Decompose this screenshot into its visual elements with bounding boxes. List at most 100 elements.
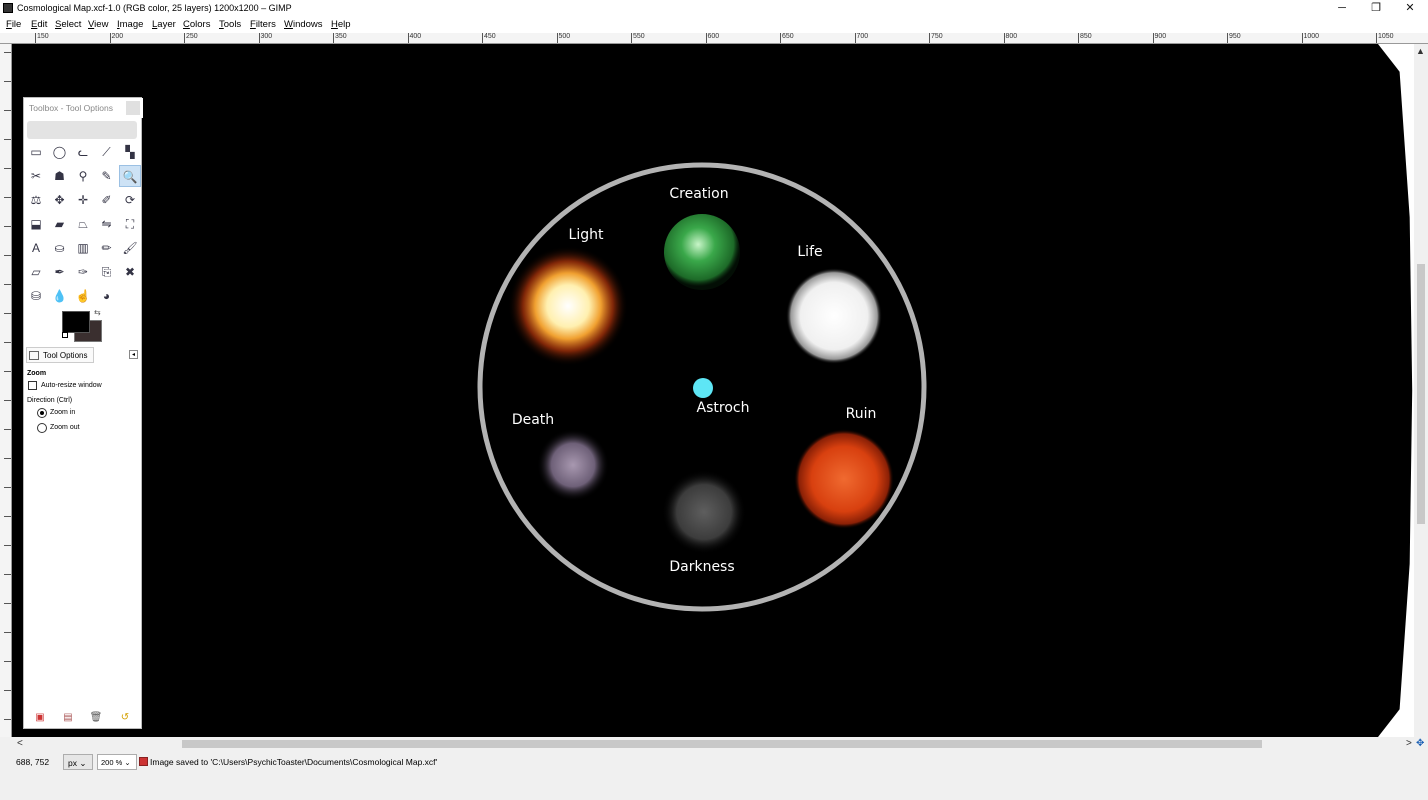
menu-view[interactable]: View bbox=[88, 19, 108, 30]
align-icon[interactable]: ✛ bbox=[72, 189, 94, 211]
death-orb bbox=[537, 429, 609, 501]
light-orb bbox=[508, 246, 628, 366]
title-bar: Cosmological Map.xcf-1.0 (RGB color, 25 … bbox=[0, 0, 1428, 17]
ruler-tick bbox=[4, 603, 11, 604]
select-by-color-icon[interactable]: ▚ bbox=[119, 141, 141, 163]
menu-layer[interactable]: Layer bbox=[152, 19, 176, 30]
life-orb bbox=[786, 268, 882, 364]
foreground-select-icon[interactable]: ☗ bbox=[49, 165, 71, 187]
smudge-icon[interactable]: ☝ bbox=[72, 285, 94, 307]
bucket-fill-icon[interactable]: ⛀ bbox=[49, 237, 71, 259]
image-canvas[interactable]: Creation Light Life Death Astroch Ruin D… bbox=[12, 44, 1414, 737]
ellipse-select-icon[interactable]: ◯ bbox=[49, 141, 71, 163]
tab-tool-options[interactable]: Tool Options bbox=[26, 347, 94, 363]
color-picker-icon[interactable]: ✎ bbox=[96, 165, 118, 187]
wilber-drop-area[interactable] bbox=[27, 121, 137, 139]
scale-icon[interactable]: ⬓ bbox=[25, 213, 47, 235]
delete-options-icon[interactable]: 🗑 bbox=[89, 712, 103, 724]
vertical-scrollbar[interactable]: ▲ bbox=[1414, 44, 1428, 737]
horizontal-ruler[interactable]: 150 200 250 300 350 400 450 500 550 600 650 700 750 8… bbox=[0, 33, 1428, 44]
zoom-icon[interactable]: 🔍 bbox=[119, 165, 141, 187]
toolbox-close-button[interactable] bbox=[126, 101, 140, 115]
zoom-in-radio[interactable] bbox=[37, 408, 47, 418]
horizontal-scrollbar[interactable]: < > ✥ bbox=[0, 737, 1428, 751]
eraser-icon[interactable]: ▱ bbox=[25, 261, 47, 283]
restore-options-icon[interactable]: ▤ bbox=[61, 712, 75, 724]
ink-icon[interactable]: ✑ bbox=[72, 261, 94, 283]
ruler-tick bbox=[4, 458, 11, 459]
minimize-button[interactable]: ─ bbox=[1325, 0, 1359, 17]
move-icon[interactable]: ✥ bbox=[49, 189, 71, 211]
paintbrush-icon[interactable]: 🖌 bbox=[119, 237, 141, 259]
blend-icon[interactable]: ▥ bbox=[72, 237, 94, 259]
flip-icon[interactable]: ⇋ bbox=[96, 213, 118, 235]
shear-icon[interactable]: ▰ bbox=[49, 213, 71, 235]
dodge-burn-icon[interactable]: ◕ bbox=[96, 285, 118, 307]
life-label: Life bbox=[797, 244, 822, 260]
perspective-icon[interactable]: ⏢ bbox=[72, 213, 94, 235]
reset-colors-icon[interactable] bbox=[62, 332, 68, 338]
paths-icon[interactable]: ⚲ bbox=[72, 165, 94, 187]
heal-icon[interactable]: ✖ bbox=[119, 261, 141, 283]
zoom-dropdown[interactable]: 200 % ⌄ bbox=[97, 754, 137, 770]
free-select-icon[interactable]: ᓚ bbox=[72, 141, 94, 163]
vertical-ruler[interactable] bbox=[0, 44, 12, 737]
restore-button[interactable]: ❐ bbox=[1359, 0, 1393, 17]
airbrush-icon[interactable]: ✒ bbox=[49, 261, 71, 283]
ruler-tick bbox=[1227, 33, 1228, 43]
reset-options-icon[interactable]: ↺ bbox=[118, 712, 132, 724]
ruler-label: 500 bbox=[558, 33, 571, 40]
menu-colors[interactable]: Colors bbox=[183, 19, 210, 30]
rotate-icon[interactable]: ⟳ bbox=[119, 189, 141, 211]
crop-icon[interactable]: ✐ bbox=[96, 189, 118, 211]
menu-tools[interactable]: Tools bbox=[219, 19, 241, 30]
scroll-left-icon[interactable]: < bbox=[17, 738, 23, 749]
horizontal-scroll-thumb[interactable] bbox=[182, 740, 1262, 748]
fuzzy-select-icon[interactable]: ⟋ bbox=[96, 141, 118, 163]
ruler-tick bbox=[4, 52, 11, 53]
ruler-tick bbox=[4, 487, 11, 488]
ruler-tick bbox=[4, 226, 11, 227]
menu-windows[interactable]: Windows bbox=[284, 19, 323, 30]
creation-orb bbox=[664, 214, 740, 290]
ruler-label: 200 bbox=[111, 33, 124, 40]
menu-bar: File Edit Select View Image Layer Colors… bbox=[0, 17, 1428, 33]
ruler-label: 450 bbox=[484, 33, 496, 40]
vertical-scroll-thumb[interactable] bbox=[1417, 264, 1425, 524]
pencil-icon[interactable]: ✏ bbox=[96, 237, 118, 259]
ruler-tick bbox=[4, 139, 11, 140]
foreground-color-front[interactable] bbox=[62, 311, 90, 333]
auto-resize-checkbox[interactable] bbox=[28, 381, 37, 390]
scroll-up-icon[interactable]: ▲ bbox=[1416, 46, 1425, 56]
save-status-icon bbox=[139, 757, 148, 766]
ruler-label: 700 bbox=[856, 33, 869, 40]
close-button[interactable]: ✕ bbox=[1393, 0, 1427, 17]
ruler-label: 250 bbox=[186, 33, 198, 40]
menu-edit[interactable]: Edit bbox=[31, 19, 47, 30]
menu-file[interactable]: File bbox=[6, 19, 21, 30]
creation-label: Creation bbox=[669, 186, 728, 202]
perspective-clone-icon[interactable]: ⛁ bbox=[25, 285, 47, 307]
navigate-icon[interactable]: ✥ bbox=[1416, 738, 1424, 749]
cage-icon[interactable]: ⛶ bbox=[119, 213, 141, 235]
menu-help[interactable]: Help bbox=[331, 19, 351, 30]
scissors-icon[interactable]: ✂ bbox=[25, 165, 47, 187]
ruin-orb bbox=[794, 429, 894, 529]
text-icon[interactable]: A bbox=[25, 237, 47, 259]
status-message: Image saved to 'C:\Users\PsychicToaster\… bbox=[150, 757, 438, 767]
menu-select[interactable]: Select bbox=[55, 19, 81, 30]
rect-select-icon[interactable]: ▭ bbox=[25, 141, 47, 163]
tab-menu-icon[interactable]: ◂ bbox=[129, 350, 138, 359]
zoom-out-radio[interactable] bbox=[37, 423, 47, 433]
unit-dropdown[interactable]: px ⌄ bbox=[63, 754, 93, 770]
swap-colors-icon[interactable]: ⇆ bbox=[94, 308, 101, 317]
measure-icon[interactable]: ⚖ bbox=[25, 189, 47, 211]
blur-icon[interactable]: 💧 bbox=[49, 285, 71, 307]
menu-filters[interactable]: Filters bbox=[250, 19, 276, 30]
ruler-label: 550 bbox=[633, 33, 645, 40]
scroll-right-icon[interactable]: > bbox=[1406, 738, 1412, 749]
menu-image[interactable]: Image bbox=[117, 19, 143, 30]
save-options-icon[interactable]: ▣ bbox=[33, 712, 47, 724]
clone-icon[interactable]: ⎘ bbox=[96, 261, 118, 283]
ruler-tick bbox=[4, 574, 11, 575]
